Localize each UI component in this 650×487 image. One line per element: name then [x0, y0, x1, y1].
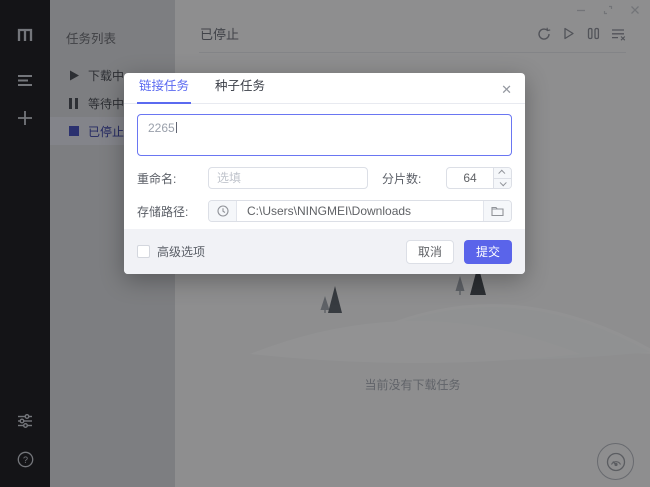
splits-spinner	[493, 168, 511, 188]
chevron-up-icon	[498, 169, 506, 177]
tab-torrent-task[interactable]: 种子任务	[213, 75, 267, 104]
tab-link-task[interactable]: 链接任务	[137, 75, 192, 104]
splits-number-input[interactable]: 64	[446, 167, 512, 189]
cancel-button[interactable]: 取消	[405, 239, 454, 264]
spinner-down-button[interactable]	[494, 178, 511, 188]
path-row: 存储路径: C:\Users\NINGMEI\Downloads	[137, 200, 512, 222]
path-input[interactable]: C:\Users\NINGMEI\Downloads	[237, 201, 483, 221]
dialog-tabs: 链接任务 种子任务 ✕	[124, 73, 525, 104]
path-history-button[interactable]	[209, 201, 237, 221]
advanced-options-checkbox[interactable]: 高级选项	[137, 243, 205, 260]
links-value: 2265	[148, 121, 175, 135]
dialog-body: 2265 重命名: 分片数: 64 存储路径:	[124, 104, 525, 222]
rename-input[interactable]	[208, 167, 368, 189]
advanced-options-label: 高级选项	[157, 245, 206, 259]
splits-label: 分片数:	[382, 171, 422, 186]
splits-value: 64	[463, 171, 477, 185]
rename-label: 重命名:	[137, 171, 177, 186]
links-textarea[interactable]: 2265	[137, 114, 512, 156]
browse-folder-button[interactable]	[483, 201, 511, 221]
app-window: ? 任务列表 下载中 等待中 已停止 已停止 当前没有下载任务 链接任务 种子任…	[0, 0, 650, 487]
path-label: 存储路径:	[137, 204, 189, 219]
close-dialog-icon[interactable]: ✕	[501, 83, 512, 96]
add-task-dialog: 链接任务 种子任务 ✕ 2265 重命名: 分片数: 64 存储路径:	[124, 73, 525, 274]
checkbox-box	[137, 245, 150, 258]
rename-splits-row: 重命名: 分片数: 64	[137, 167, 512, 189]
text-caret	[175, 122, 177, 133]
submit-button[interactable]: 提交	[463, 239, 512, 264]
path-input-group: C:\Users\NINGMEI\Downloads	[208, 200, 512, 222]
spinner-up-button[interactable]	[494, 168, 511, 179]
chevron-down-icon	[499, 179, 507, 187]
dialog-footer: 高级选项 取消 提交	[124, 229, 525, 274]
